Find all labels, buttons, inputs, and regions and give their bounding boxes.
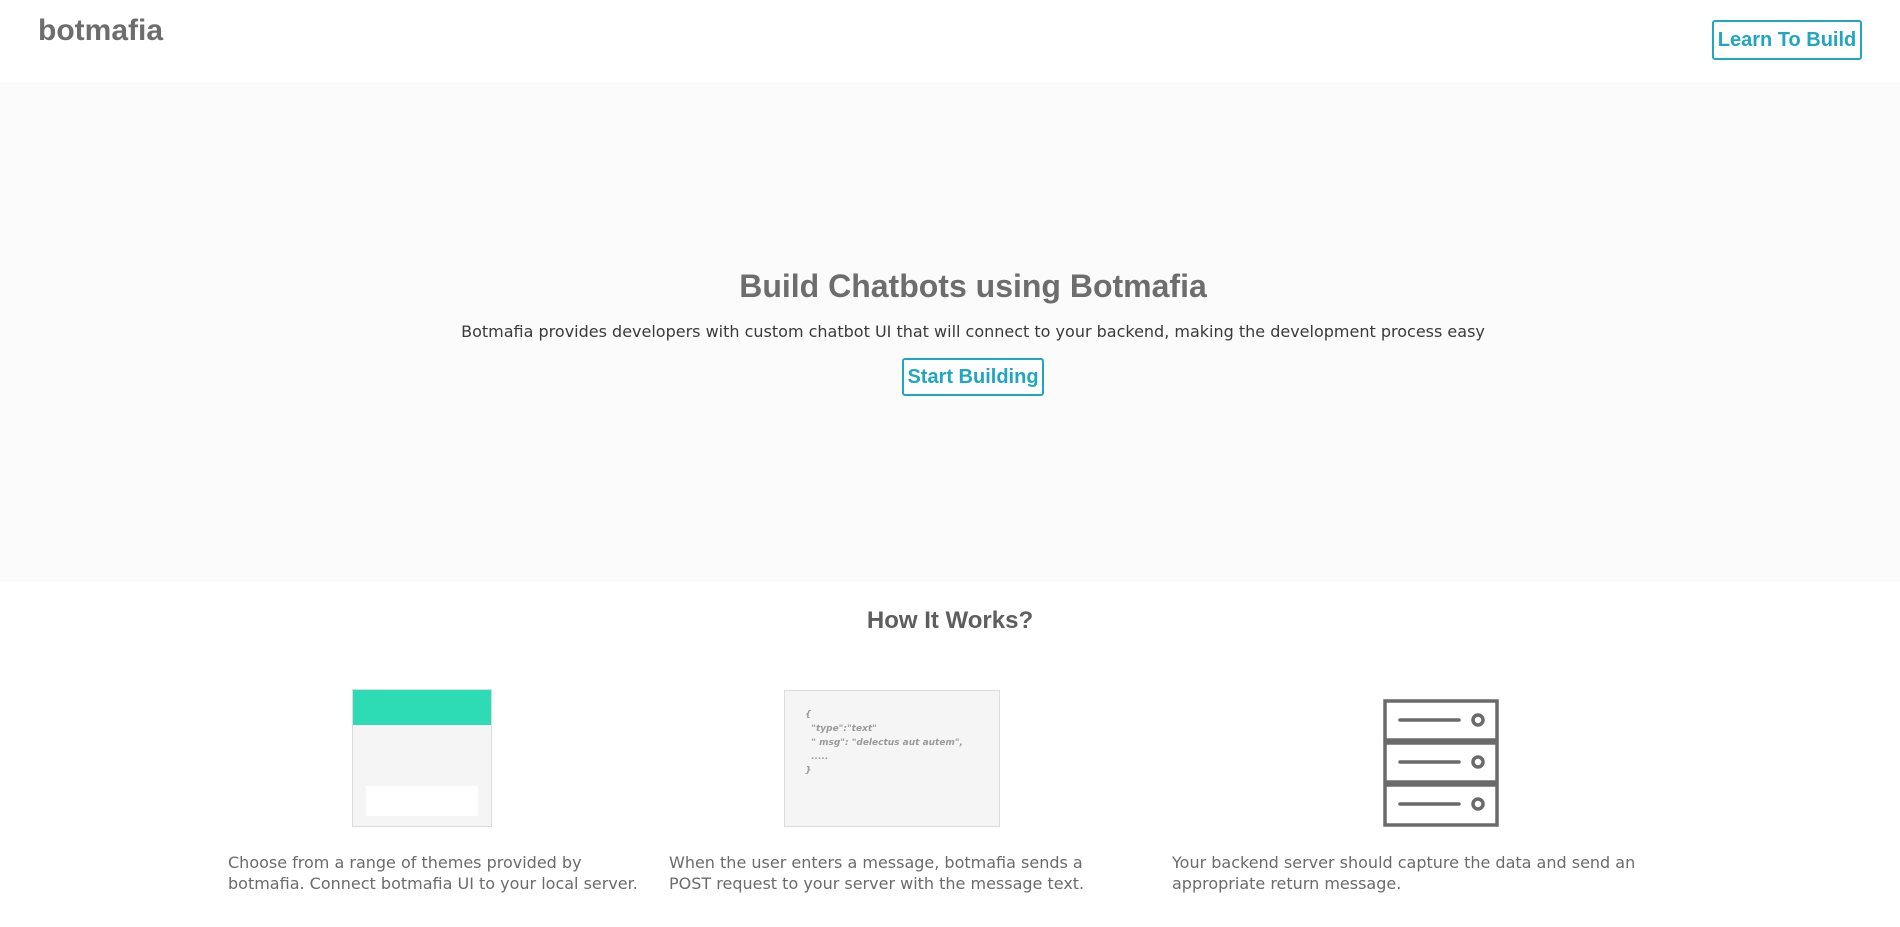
- hero-section: Build Chatbots using Botmafia Botmafia p…: [0, 82, 1900, 582]
- theme-preview-icon: [352, 689, 492, 827]
- how-it-works-title: How It Works?: [866, 607, 1034, 634]
- hero-title: Build Chatbots using Botmafia: [739, 268, 1207, 304]
- json-code-icon: { "type":"text" " msg": "delectus aut au…: [784, 690, 1000, 827]
- start-building-button[interactable]: Start Building: [902, 358, 1044, 396]
- learn-to-build-button[interactable]: Learn To Build: [1712, 20, 1862, 60]
- site-header: botmafia Learn To Build: [0, 0, 1900, 82]
- step-description-post-request: When the user enters a message, botmafia…: [669, 853, 1085, 893]
- step-description-themes: Choose from a range of themes provided b…: [228, 853, 638, 893]
- server-icon: [1383, 699, 1499, 827]
- theme-header-bar: [353, 690, 491, 725]
- hero-subtitle: Botmafia provides developers with custom…: [461, 322, 1485, 341]
- theme-input-box: [366, 786, 478, 816]
- step-description-backend: Your backend server should capture the d…: [1172, 853, 1636, 893]
- code-sample: { "type":"text" " msg": "delectus aut au…: [805, 710, 963, 776]
- brand-logo[interactable]: botmafia: [38, 14, 163, 48]
